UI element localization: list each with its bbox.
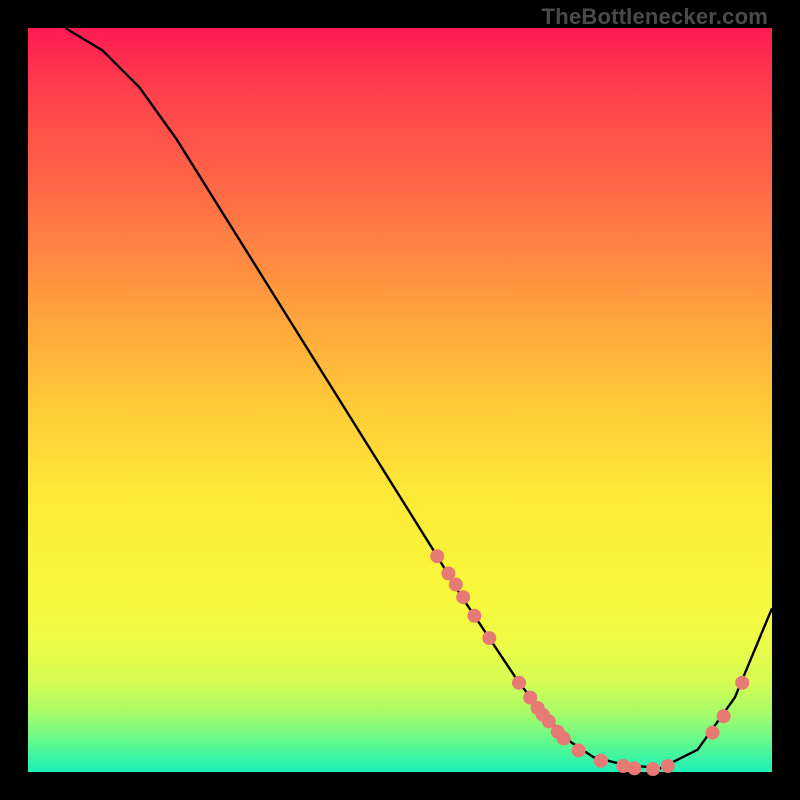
highlight-point [717,709,731,723]
highlight-point [594,754,608,768]
highlight-point [512,676,526,690]
highlight-point [557,732,571,746]
highlight-point [482,631,496,645]
highlight-point [661,759,675,773]
highlight-points-group [430,549,749,776]
highlight-point [572,743,586,757]
highlight-point [430,549,444,563]
chart-svg [28,28,772,772]
highlight-point [456,590,470,604]
highlight-point [706,726,720,740]
highlight-point [449,578,463,592]
highlight-point [646,762,660,776]
bottleneck-curve-line [65,28,772,768]
attribution-label: TheBottlenecker.com [542,4,768,30]
highlight-point [735,676,749,690]
highlight-point [467,609,481,623]
highlight-point [627,761,641,775]
